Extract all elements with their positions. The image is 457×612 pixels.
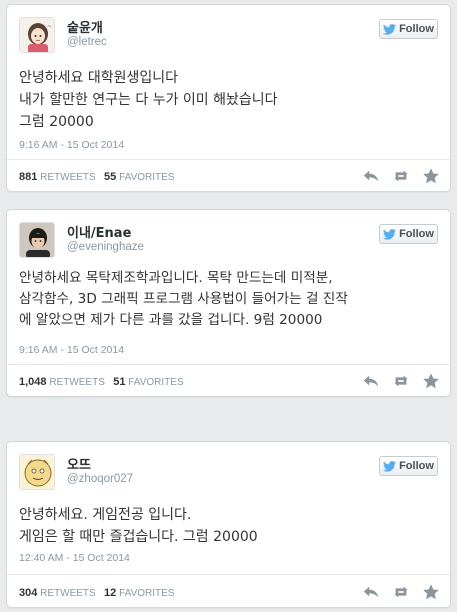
twitter-bird-icon <box>383 23 397 35</box>
retweets-label: RETWEETS <box>49 377 105 388</box>
svg-text:~: ~ <box>47 23 52 30</box>
tweet-actions <box>362 372 440 390</box>
tweet-card: 오뜨 @zhoqor027 Follow 안녕하세요. 게임전공 입니다. 게임… <box>6 441 451 608</box>
tweet-timestamp[interactable]: 12:40 AM - 15 Oct 2014 <box>19 552 130 564</box>
follow-label: Follow <box>399 228 434 240</box>
retweet-icon[interactable] <box>392 583 410 601</box>
tweet-line: 삼각함수, 3D 그래픽 프로그램 사용법이 들어가는 걸 진작 <box>19 291 348 307</box>
retweet-count[interactable]: 881 <box>19 171 37 183</box>
follow-label: Follow <box>399 460 434 472</box>
favorite-star-icon[interactable] <box>422 583 440 601</box>
tweet-stats: 881 RETWEETS 55 FAVORITES <box>19 171 174 183</box>
twitter-bird-icon <box>383 228 397 240</box>
person-photo-avatar[interactable] <box>19 222 55 258</box>
tweet-card: 이내/Enae @eveninghaze Follow 안녕하세요 목탁제조학과… <box>6 209 451 397</box>
retweets-label: RETWEETS <box>40 588 96 599</box>
tweet-line: 게임은 할 때만 즐겁습니다. 그럼 20000 <box>19 529 258 545</box>
tweet-line: 내가 할만한 연구는 다 누가 이미 해놨습니다 <box>19 92 278 108</box>
favorite-star-icon[interactable] <box>422 167 440 185</box>
follow-button[interactable]: Follow <box>379 224 438 244</box>
divider <box>7 574 450 575</box>
tweet-text: 안녕하세요. 게임전공 입니다. 게임은 할 때만 즐겁습니다. 그럼 2000… <box>19 504 438 548</box>
tweet-header: ~ 숱윤개 @letrec Follow <box>19 17 438 53</box>
tweet-line: 안녕하세요 목탁제조학과입니다. 목탁 만드는데 미적분, <box>19 270 333 286</box>
reply-icon[interactable] <box>362 583 380 601</box>
follow-label: Follow <box>399 23 434 35</box>
retweet-count[interactable]: 304 <box>19 587 37 599</box>
retweet-count[interactable]: 1,048 <box>19 376 47 388</box>
favorite-count[interactable]: 55 <box>104 171 116 183</box>
favorite-count[interactable]: 51 <box>113 376 125 388</box>
follow-button[interactable]: Follow <box>379 456 438 476</box>
display-name[interactable]: 오뜨 <box>67 454 91 473</box>
tweet-header: 오뜨 @zhoqor027 Follow <box>19 454 438 490</box>
favorites-label: FAVORITES <box>119 588 175 599</box>
display-name[interactable]: 숱윤개 <box>67 17 103 36</box>
tweet-line: 안녕하세요 대학원생입니다 <box>19 70 179 86</box>
retweet-icon[interactable] <box>392 167 410 185</box>
tweet-card: ~ 숱윤개 @letrec Follow 안녕하세요 대학원생입니다 내가 할만… <box>6 4 451 192</box>
tweet-header: 이내/Enae @eveninghaze Follow <box>19 222 438 258</box>
favorites-label: FAVORITES <box>119 172 175 183</box>
tweet-stats: 1,048 RETWEETS 51 FAVORITES <box>19 376 184 388</box>
tweet-text: 안녕하세요 대학원생입니다 내가 할만한 연구는 다 누가 이미 해놨습니다 그… <box>19 67 438 133</box>
user-handle[interactable]: @eveninghaze <box>67 241 144 253</box>
favorites-label: FAVORITES <box>128 377 184 388</box>
drawn-character-avatar[interactable] <box>19 454 55 490</box>
favorite-count[interactable]: 12 <box>104 587 116 599</box>
follow-button[interactable]: Follow <box>379 19 438 39</box>
user-handle[interactable]: @zhoqor027 <box>67 473 133 485</box>
divider <box>7 159 450 160</box>
user-handle[interactable]: @letrec <box>67 36 107 48</box>
tweet-timestamp[interactable]: 9:16 AM - 15 Oct 2014 <box>19 344 124 356</box>
retweets-label: RETWEETS <box>40 172 96 183</box>
display-name[interactable]: 이내/Enae <box>67 222 131 241</box>
tweet-text: 안녕하세요 목탁제조학과입니다. 목탁 만드는데 미적분, 삼각함수, 3D 그… <box>19 268 438 331</box>
cartoon-girl-avatar[interactable]: ~ <box>19 17 55 53</box>
reply-icon[interactable] <box>362 372 380 390</box>
tweet-actions <box>362 167 440 185</box>
twitter-bird-icon <box>383 460 397 472</box>
tweet-stats: 304 RETWEETS 12 FAVORITES <box>19 587 174 599</box>
tweet-line: 안녕하세요. 게임전공 입니다. <box>19 507 192 523</box>
tweet-line: 에 알았으면 제가 다른 과를 갔을 겁니다. 9럼 20000 <box>19 312 323 328</box>
retweet-icon[interactable] <box>392 372 410 390</box>
tweet-timestamp[interactable]: 9:16 AM - 15 Oct 2014 <box>19 139 124 151</box>
favorite-star-icon[interactable] <box>422 372 440 390</box>
reply-icon[interactable] <box>362 167 380 185</box>
tweet-actions <box>362 583 440 601</box>
divider <box>7 364 450 365</box>
tweet-line: 그럼 20000 <box>19 114 94 130</box>
